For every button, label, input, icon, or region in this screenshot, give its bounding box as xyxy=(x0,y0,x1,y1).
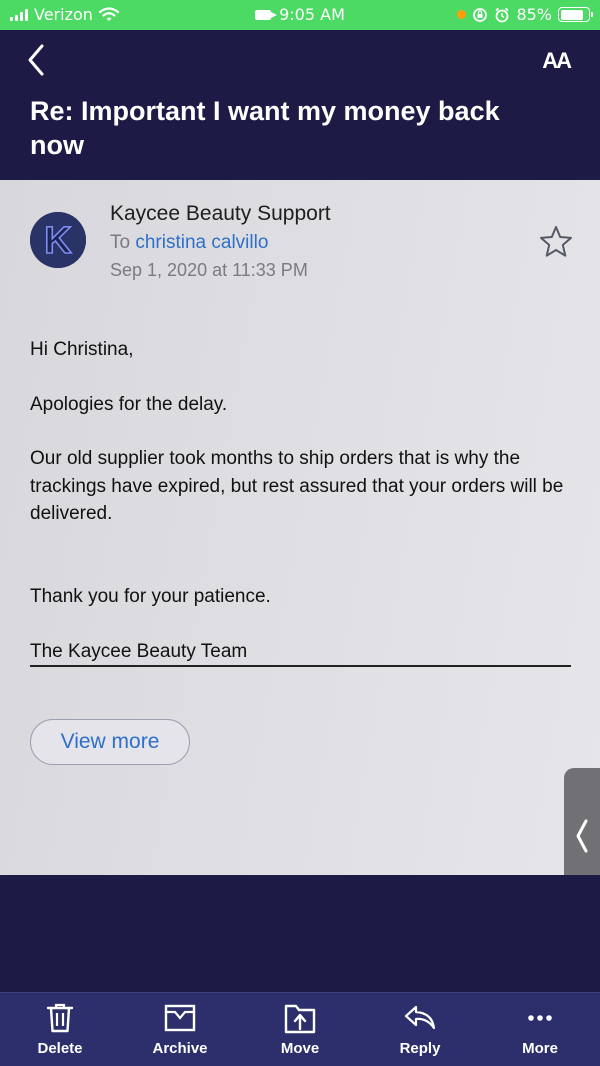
delete-button[interactable]: Delete xyxy=(0,993,120,1066)
body-paragraph: Our old supplier took months to ship ord… xyxy=(30,448,564,524)
camera-in-use-icon xyxy=(255,9,278,20)
star-icon[interactable] xyxy=(538,224,574,260)
battery-percent: 85% xyxy=(516,5,552,24)
more-button[interactable]: More xyxy=(480,993,600,1066)
trash-icon xyxy=(46,1003,74,1033)
archive-button[interactable]: Archive xyxy=(120,993,240,1066)
body-paragraph: Apologies for the delay. xyxy=(30,394,228,415)
status-bar: Verizon 9:05 AM 85% xyxy=(0,0,600,30)
chevron-left-icon xyxy=(576,819,588,853)
message-header: AA Re: Important I want my money back no… xyxy=(0,30,600,180)
svg-text:K: K xyxy=(44,220,72,262)
back-chevron-icon[interactable] xyxy=(22,40,52,80)
message-subject: Re: Important I want my money back now xyxy=(30,96,500,160)
recipient-link[interactable]: christina calvillo xyxy=(135,232,268,253)
text-size-button[interactable]: AA xyxy=(542,48,572,74)
body-paragraph: Thank you for your patience. xyxy=(30,586,271,607)
body-paragraph: Hi Christina, xyxy=(30,339,134,360)
more-icon xyxy=(528,1015,552,1021)
sender-name[interactable]: Kaycee Beauty Support xyxy=(110,202,331,226)
battery-icon xyxy=(558,7,593,22)
message-date: Sep 1, 2020 at 11:33 PM xyxy=(110,260,308,280)
alarm-icon xyxy=(495,7,509,22)
clock: 9:05 AM xyxy=(279,5,345,24)
recipient-line: To christina calvillo xyxy=(110,232,268,254)
sender-logo-icon: K xyxy=(30,212,86,268)
avatar[interactable]: K xyxy=(30,212,86,268)
content-bottom-spacer xyxy=(0,875,600,992)
signature-divider xyxy=(30,665,571,667)
signature: The Kaycee Beauty Team xyxy=(30,641,248,662)
bottom-toolbar: Delete Archive Move Reply More xyxy=(0,992,600,1066)
reply-button[interactable]: Reply xyxy=(360,993,480,1066)
reply-icon xyxy=(404,1005,436,1030)
to-label: To xyxy=(110,232,131,253)
move-icon xyxy=(284,1004,316,1034)
archive-icon xyxy=(164,1004,196,1032)
view-more-button[interactable]: View more xyxy=(30,719,190,765)
message-content: K Kaycee Beauty Support To christina cal… xyxy=(0,180,600,875)
orientation-lock-icon xyxy=(473,7,488,22)
privacy-indicator-icon xyxy=(457,10,467,19)
move-button[interactable]: Move xyxy=(240,993,360,1066)
